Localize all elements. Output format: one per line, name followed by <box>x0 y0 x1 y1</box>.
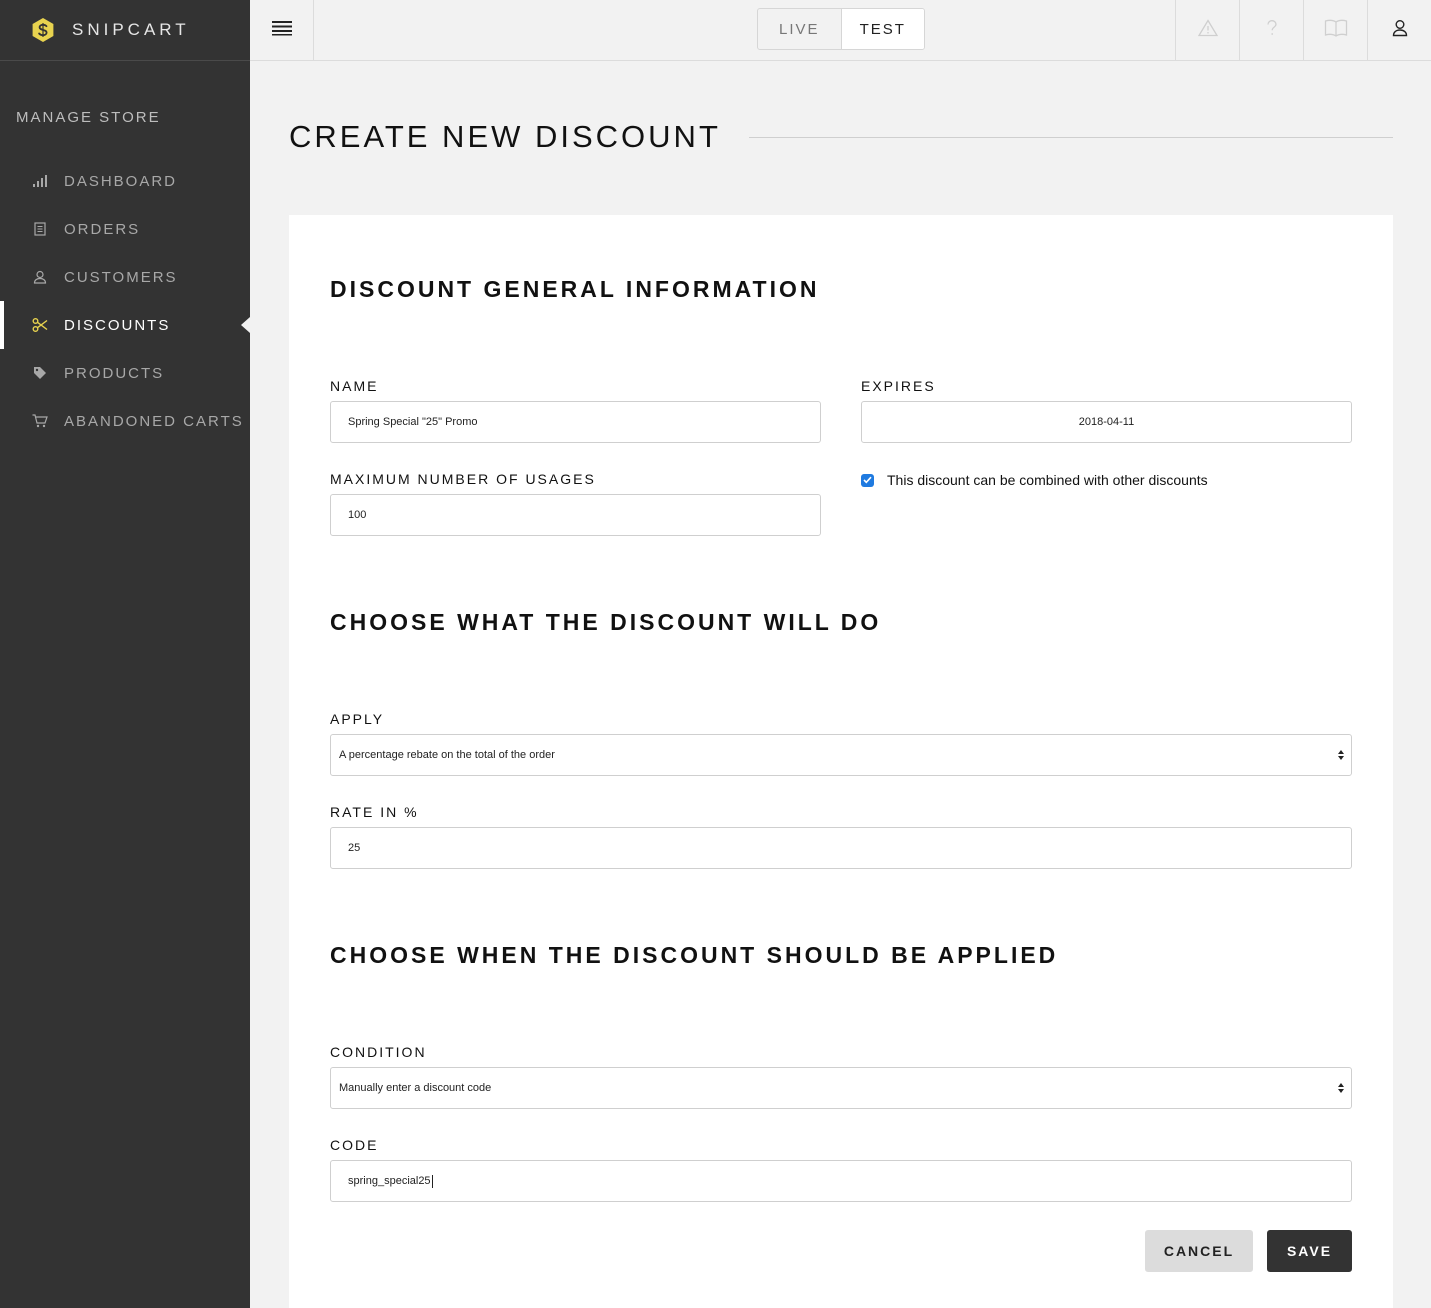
sidebar-item-label: CUSTOMERS <box>64 268 178 286</box>
user-icon <box>32 269 48 285</box>
text-cursor <box>431 1174 433 1188</box>
account-button[interactable] <box>1367 0 1431 60</box>
tag-icon <box>32 365 48 381</box>
brand[interactable]: SNIPCART <box>0 0 250 61</box>
condition-label: CONDITION <box>330 1044 427 1060</box>
sidebar-item-products[interactable]: PRODUCTS <box>0 349 250 397</box>
combine-discounts-label: This discount can be combined with other… <box>887 472 1208 488</box>
sidebar-nav: DASHBOARD ORDERS CUSTOMERS DISCOUNTS PRO… <box>0 157 250 445</box>
sidebar-item-label: PRODUCTS <box>64 364 165 382</box>
combine-discounts-checkbox[interactable] <box>861 473 874 487</box>
account-icon <box>1392 19 1408 42</box>
warning-icon <box>1197 18 1218 42</box>
cancel-button[interactable]: CANCEL <box>1145 1230 1253 1272</box>
select-arrows-icon <box>1338 1083 1344 1093</box>
expires-label: EXPIRES <box>861 378 936 394</box>
select-arrows-icon <box>1338 750 1344 760</box>
sidebar-item-label: ABANDONED CARTS <box>64 412 244 430</box>
combine-discounts-row: This discount can be combined with other… <box>861 472 1208 488</box>
menu-toggle-button[interactable] <box>250 0 314 60</box>
sidebar-item-label: DASHBOARD <box>64 172 178 190</box>
rate-label: RATE IN % <box>330 804 419 820</box>
sidebar-item-customers[interactable]: CUSTOMERS <box>0 253 250 301</box>
condition-select[interactable]: Manually enter a discount code <box>330 1067 1352 1109</box>
brand-name: SNIPCART <box>72 20 190 39</box>
apply-label: APPLY <box>330 711 385 727</box>
docs-book-icon <box>1324 19 1348 42</box>
snipcart-logo-icon <box>30 17 56 43</box>
sidebar-item-orders[interactable]: ORDERS <box>0 205 250 253</box>
condition-select-value: Manually enter a discount code <box>339 1082 492 1094</box>
max-usages-label: MAXIMUM NUMBER OF USAGES <box>330 471 596 487</box>
sidebar-item-label: ORDERS <box>64 220 141 238</box>
sidebar-item-dashboard[interactable]: DASHBOARD <box>0 157 250 205</box>
sidebar-section-title: MANAGE STORE <box>16 109 161 126</box>
save-button[interactable]: SAVE <box>1267 1230 1352 1272</box>
code-input-value: spring_special25 <box>348 1175 431 1187</box>
page-title-row: CREATE NEW DISCOUNT <box>289 117 1393 157</box>
expires-date-input[interactable]: 2018-04-11 <box>861 401 1352 443</box>
name-label: NAME <box>330 378 379 394</box>
page-title: CREATE NEW DISCOUNT <box>289 119 721 154</box>
docs-button[interactable] <box>1303 0 1367 60</box>
bar-chart-icon <box>32 173 48 189</box>
max-usages-input[interactable]: 100 <box>330 494 821 536</box>
cart-icon <box>32 413 48 429</box>
sidebar: SNIPCART MANAGE STORE DASHBOARD ORDERS C… <box>0 0 250 1308</box>
discount-form-card: DISCOUNT GENERAL INFORMATION NAME Spring… <box>289 215 1393 1308</box>
sidebar-item-label: DISCOUNTS <box>64 316 171 334</box>
env-live-button[interactable]: LIVE <box>758 9 841 49</box>
general-info-heading: DISCOUNT GENERAL INFORMATION <box>330 276 820 302</box>
environment-toggle: LIVE TEST <box>757 8 925 50</box>
code-input[interactable]: spring_special25 <box>330 1160 1352 1202</box>
env-test-button[interactable]: TEST <box>840 9 924 49</box>
apply-select-value: A percentage rebate on the total of the … <box>339 749 555 761</box>
rate-input[interactable]: 25 <box>330 827 1352 869</box>
sidebar-item-abandoned-carts[interactable]: ABANDONED CARTS <box>0 397 250 445</box>
receipt-icon <box>32 221 48 237</box>
sidebar-item-discounts[interactable]: DISCOUNTS <box>0 301 250 349</box>
alerts-button[interactable] <box>1175 0 1239 60</box>
top-icons <box>1175 0 1431 60</box>
help-button[interactable] <box>1239 0 1303 60</box>
action-heading: CHOOSE WHAT THE DISCOUNT WILL DO <box>330 609 882 635</box>
top-bar: LIVE TEST <box>250 0 1431 61</box>
code-label: CODE <box>330 1137 379 1153</box>
name-input[interactable]: Spring Special "25" Promo <box>330 401 821 443</box>
hamburger-icon <box>271 20 292 41</box>
apply-select[interactable]: A percentage rebate on the total of the … <box>330 734 1352 776</box>
title-divider <box>748 136 1393 138</box>
help-icon <box>1266 19 1278 42</box>
scissors-icon <box>32 317 48 333</box>
condition-heading: CHOOSE WHEN THE DISCOUNT SHOULD BE APPLI… <box>330 942 1059 968</box>
